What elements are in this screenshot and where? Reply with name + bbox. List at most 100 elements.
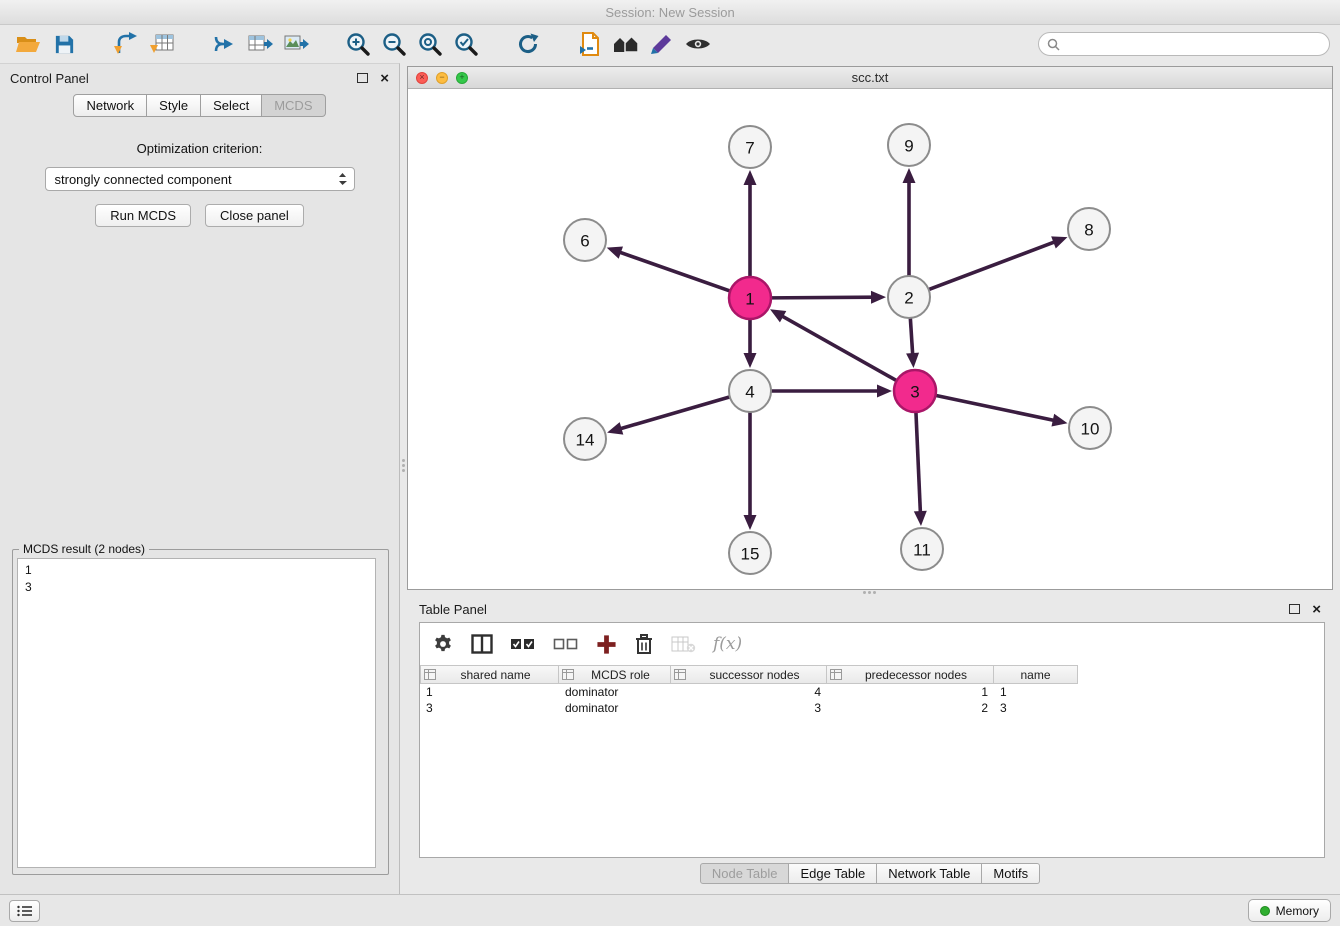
- graph-node-9[interactable]: 9: [888, 124, 930, 166]
- tab-node-table[interactable]: Node Table: [700, 863, 790, 884]
- tab-edge-table[interactable]: Edge Table: [789, 863, 877, 884]
- delete-column-button[interactable]: [634, 629, 654, 659]
- cell-shared-name: 1: [420, 685, 559, 699]
- export-image-button[interactable]: [278, 28, 314, 60]
- zoom-fit-button[interactable]: [412, 28, 448, 60]
- graph-node-label: 7: [745, 139, 754, 158]
- graph-node-label: 6: [580, 232, 589, 251]
- mcds-panel-body: Optimization criterion: strongly connect…: [0, 117, 399, 889]
- graph-node-11[interactable]: 11: [901, 528, 943, 570]
- window-zoom-icon[interactable]: +: [456, 72, 468, 84]
- graph-node-2[interactable]: 2: [888, 276, 930, 318]
- graph-node-label: 3: [910, 383, 919, 402]
- tab-mcds[interactable]: MCDS: [262, 94, 325, 117]
- select-all-button[interactable]: [510, 629, 536, 659]
- memory-button[interactable]: Memory: [1248, 899, 1331, 922]
- graph-edge-1-6[interactable]: [618, 252, 730, 291]
- tab-network-table[interactable]: Network Table: [877, 863, 982, 884]
- task-history-button[interactable]: [9, 900, 40, 922]
- home-button[interactable]: [608, 28, 644, 60]
- graph-node-14[interactable]: 14: [564, 418, 606, 460]
- show-columns-button[interactable]: [471, 629, 493, 659]
- graph-edge-2-8[interactable]: [929, 241, 1057, 289]
- close-panel-icon[interactable]: ×: [380, 71, 389, 86]
- tab-select[interactable]: Select: [201, 94, 262, 117]
- graph-node-4[interactable]: 4: [729, 370, 771, 412]
- function-builder-button: f(x): [713, 629, 742, 659]
- columns-icon: [471, 634, 493, 654]
- column-header-successor-nodes[interactable]: successor nodes: [671, 665, 827, 684]
- graph-node-6[interactable]: 6: [564, 219, 606, 261]
- export-table-button[interactable]: [242, 28, 278, 60]
- open-session-button[interactable]: [10, 28, 46, 60]
- edge-arrowhead-icon: [607, 246, 623, 258]
- eye-button[interactable]: [680, 28, 716, 60]
- dropdown-arrows-icon: [338, 172, 347, 186]
- delete-table-icon: [671, 634, 696, 654]
- window-close-icon[interactable]: ×: [416, 72, 428, 84]
- zoom-selected-button[interactable]: [448, 28, 484, 60]
- gear-icon: [432, 633, 454, 655]
- zoom-in-button[interactable]: [340, 28, 376, 60]
- column-header-name[interactable]: name: [994, 665, 1078, 684]
- export-group: [206, 28, 314, 60]
- graph-node-15[interactable]: 15: [729, 532, 771, 574]
- graph-edge-4-14[interactable]: [619, 397, 730, 429]
- table-toolbar: f(x): [420, 623, 1324, 665]
- graph-node-label: 15: [741, 545, 760, 564]
- table-settings-button[interactable]: [432, 629, 454, 659]
- network-graph-canvas[interactable]: 7 9 6 8 1 2 4 3 14 10 15 11: [408, 89, 1332, 589]
- graph-node-label: 9: [904, 137, 913, 156]
- add-column-button[interactable]: [596, 629, 617, 659]
- window-minimize-icon[interactable]: −: [436, 72, 448, 84]
- style-brush-button[interactable]: [644, 28, 680, 60]
- column-header-predecessor-nodes[interactable]: predecessor nodes: [827, 665, 994, 684]
- import-table-button[interactable]: [144, 28, 180, 60]
- table-row[interactable]: 3 dominator 3 2 3: [420, 700, 1324, 716]
- zoom-selected-icon: [453, 31, 479, 57]
- table-panel-header: Table Panel ×: [407, 596, 1333, 622]
- graph-edge-1-2[interactable]: [771, 297, 874, 298]
- tab-network[interactable]: Network: [73, 94, 147, 117]
- refresh-layout-button[interactable]: [510, 28, 546, 60]
- tab-style[interactable]: Style: [147, 94, 201, 117]
- graph-node-1[interactable]: 1: [729, 277, 771, 319]
- graph-edge-2-3[interactable]: [910, 318, 912, 356]
- status-bar: Memory: [0, 894, 1340, 926]
- zoom-out-button[interactable]: [376, 28, 412, 60]
- graph-node-10[interactable]: 10: [1069, 407, 1111, 449]
- optimization-criterion-label: Optimization criterion:: [0, 141, 399, 156]
- search-icon: [1047, 38, 1060, 56]
- graph-node-3[interactable]: 3: [894, 370, 936, 412]
- table-row[interactable]: 1 dominator 4 1 1: [420, 684, 1324, 700]
- deselect-all-button[interactable]: [553, 629, 579, 659]
- column-header-shared-name[interactable]: shared name: [420, 665, 559, 684]
- save-session-button[interactable]: [46, 28, 82, 60]
- mcds-result-list[interactable]: 1 3: [17, 558, 376, 868]
- search-input[interactable]: [1038, 32, 1330, 56]
- graph-node-7[interactable]: 7: [729, 126, 771, 168]
- graph-node-label: 1: [745, 290, 754, 309]
- refresh-icon: [515, 31, 541, 57]
- graph-node-label: 10: [1081, 420, 1100, 439]
- tab-motifs[interactable]: Motifs: [982, 863, 1040, 884]
- column-header-mcds-role[interactable]: MCDS role: [559, 665, 671, 684]
- graph-edge-3-1[interactable]: [780, 315, 896, 381]
- run-mcds-button[interactable]: Run MCDS: [95, 204, 191, 227]
- table-header-row: shared name MCDS role successor nodes: [420, 665, 1324, 684]
- cell-predecessor-nodes: 2: [827, 701, 994, 715]
- close-panel-button[interactable]: Close panel: [205, 204, 304, 227]
- float-panel-icon[interactable]: [357, 73, 368, 83]
- session-group: [10, 28, 82, 60]
- import-network-button[interactable]: [108, 28, 144, 60]
- plus-icon: [596, 634, 617, 655]
- criterion-dropdown[interactable]: strongly connected component: [45, 167, 355, 191]
- network-file-button[interactable]: [572, 28, 608, 60]
- float-table-panel-icon[interactable]: [1289, 604, 1300, 614]
- close-table-panel-icon[interactable]: ×: [1312, 602, 1321, 617]
- cell-name: 3: [994, 701, 1078, 715]
- export-network-button[interactable]: [206, 28, 242, 60]
- graph-edge-3-11[interactable]: [916, 412, 921, 514]
- graph-node-8[interactable]: 8: [1068, 208, 1110, 250]
- graph-edge-3-10[interactable]: [936, 395, 1056, 420]
